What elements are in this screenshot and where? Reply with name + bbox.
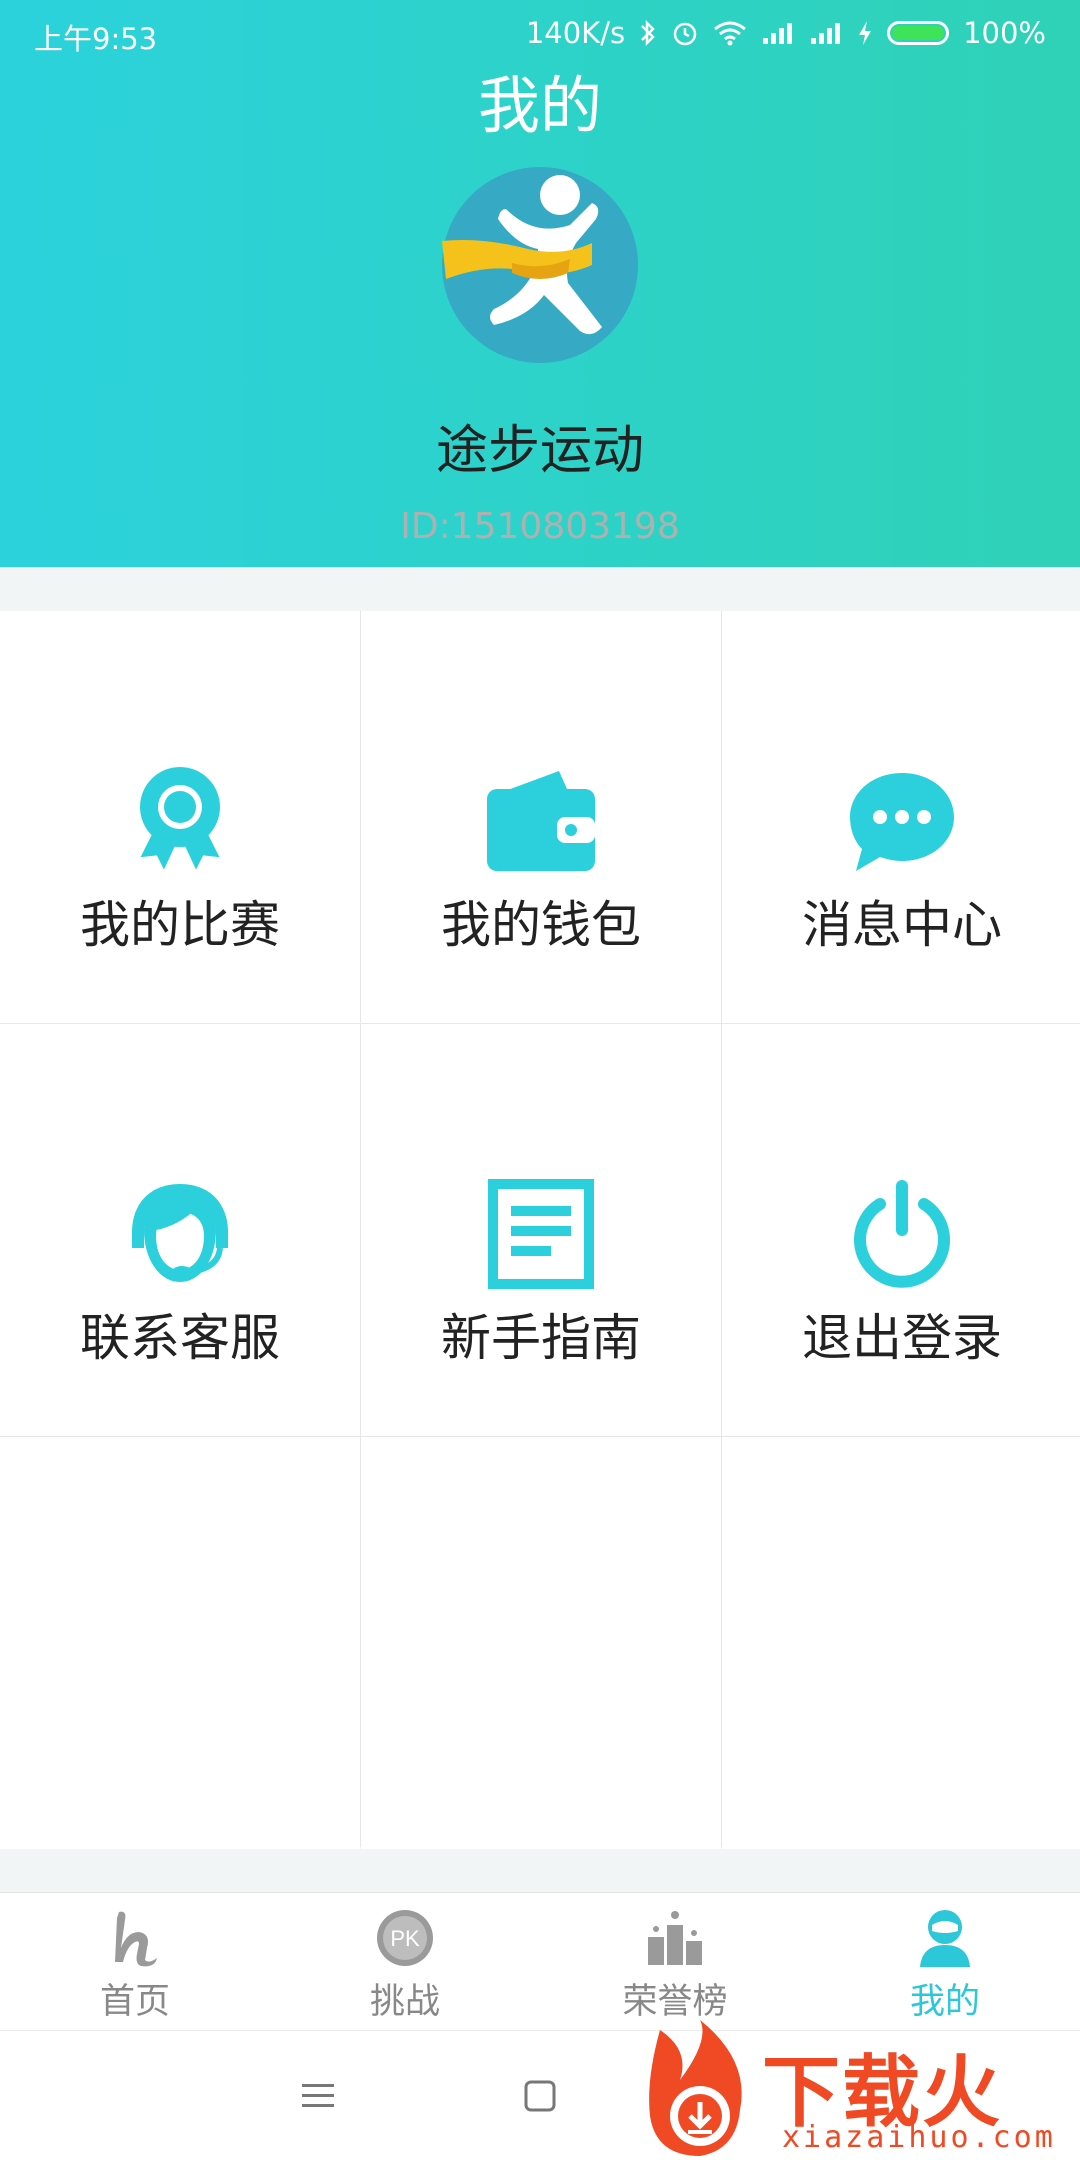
app-logo-icon	[442, 167, 638, 363]
flame-logo-icon	[649, 2020, 742, 2156]
tab-challenge[interactable]: PK 挑战	[270, 1893, 540, 2030]
watermark-url: xiazaihuo.com	[782, 2120, 1056, 2155]
empty-cell	[722, 1437, 1080, 1849]
empty-cell	[0, 1437, 360, 1849]
menu-item-logout[interactable]: 退出登录	[722, 1024, 1080, 1436]
signal-icon	[761, 20, 795, 46]
menu-label: 我的比赛	[80, 896, 280, 954]
status-icons: 140K/s 100%	[526, 16, 1046, 50]
menu-item-my-wallet[interactable]: 我的钱包	[361, 611, 721, 1023]
menu-label: 退出登录	[802, 1309, 1002, 1367]
tab-mine[interactable]: 我的	[810, 1893, 1080, 2030]
tab-label: 首页	[99, 1982, 170, 2022]
svg-text:PK: PK	[390, 1926, 420, 1951]
menu-label: 新手指南	[441, 1309, 641, 1367]
chat-icon	[842, 761, 962, 881]
menu-icon	[302, 2084, 334, 2107]
menu-grid: 我的比赛 我的钱包 消息中心 联系客服 新手指南 退出登录	[0, 611, 1080, 1849]
menu-label: 联系客服	[80, 1309, 280, 1367]
charging-icon	[857, 19, 873, 47]
headset-icon	[120, 1174, 240, 1294]
alarm-icon	[671, 19, 699, 47]
watermark: 下载火 xiazaihuo.com	[640, 2020, 1080, 2160]
tab-label: 挑战	[369, 1982, 440, 2022]
battery-percent: 100%	[963, 16, 1046, 50]
bluetooth-icon	[639, 19, 657, 47]
tab-label: 我的	[909, 1982, 980, 2022]
menu-label: 我的钱包	[441, 896, 641, 954]
menu-nav-button[interactable]	[283, 2061, 353, 2131]
menu-item-message-center[interactable]: 消息中心	[722, 611, 1080, 1023]
square-icon	[524, 2080, 556, 2112]
power-icon	[842, 1174, 962, 1294]
wifi-icon	[713, 20, 747, 46]
menu-item-customer-service[interactable]: 联系客服	[0, 1024, 360, 1436]
award-icon	[120, 761, 240, 881]
podium-icon	[642, 1905, 708, 1971]
menu-item-beginner-guide[interactable]: 新手指南	[361, 1024, 721, 1436]
guide-icon	[481, 1174, 601, 1294]
profile-header: 上午9:53 140K/s 100% 我的 途步运动 ID:1510803198	[0, 0, 1080, 567]
battery-icon	[887, 21, 950, 45]
menu-label: 消息中心	[802, 896, 1002, 954]
network-speed: 140K/s	[525, 16, 626, 50]
page-title: 我的	[477, 69, 602, 142]
home-nav-button[interactable]	[505, 2061, 575, 2131]
tab-label: 荣誉榜	[622, 1982, 728, 2022]
home-icon	[102, 1905, 168, 1971]
menu-item-my-matches[interactable]: 我的比赛	[0, 611, 360, 1023]
tab-honor-board[interactable]: 荣誉榜	[540, 1893, 810, 2030]
username: 途步运动	[435, 421, 644, 481]
status-bar: 上午9:53 140K/s 100%	[0, 0, 1080, 66]
bottom-tab-bar: 首页 PK 挑战 荣誉榜 我的	[0, 1892, 1080, 2030]
profile-icon	[912, 1905, 978, 1971]
avatar[interactable]	[442, 167, 638, 363]
status-time: 上午9:53	[34, 22, 158, 56]
pk-icon: PK	[372, 1905, 438, 1971]
signal-icon-2	[809, 20, 843, 46]
empty-cell	[361, 1437, 721, 1849]
tab-home[interactable]: 首页	[0, 1893, 270, 2030]
wallet-icon	[481, 761, 601, 881]
user-id: ID:1510803198	[400, 506, 680, 547]
